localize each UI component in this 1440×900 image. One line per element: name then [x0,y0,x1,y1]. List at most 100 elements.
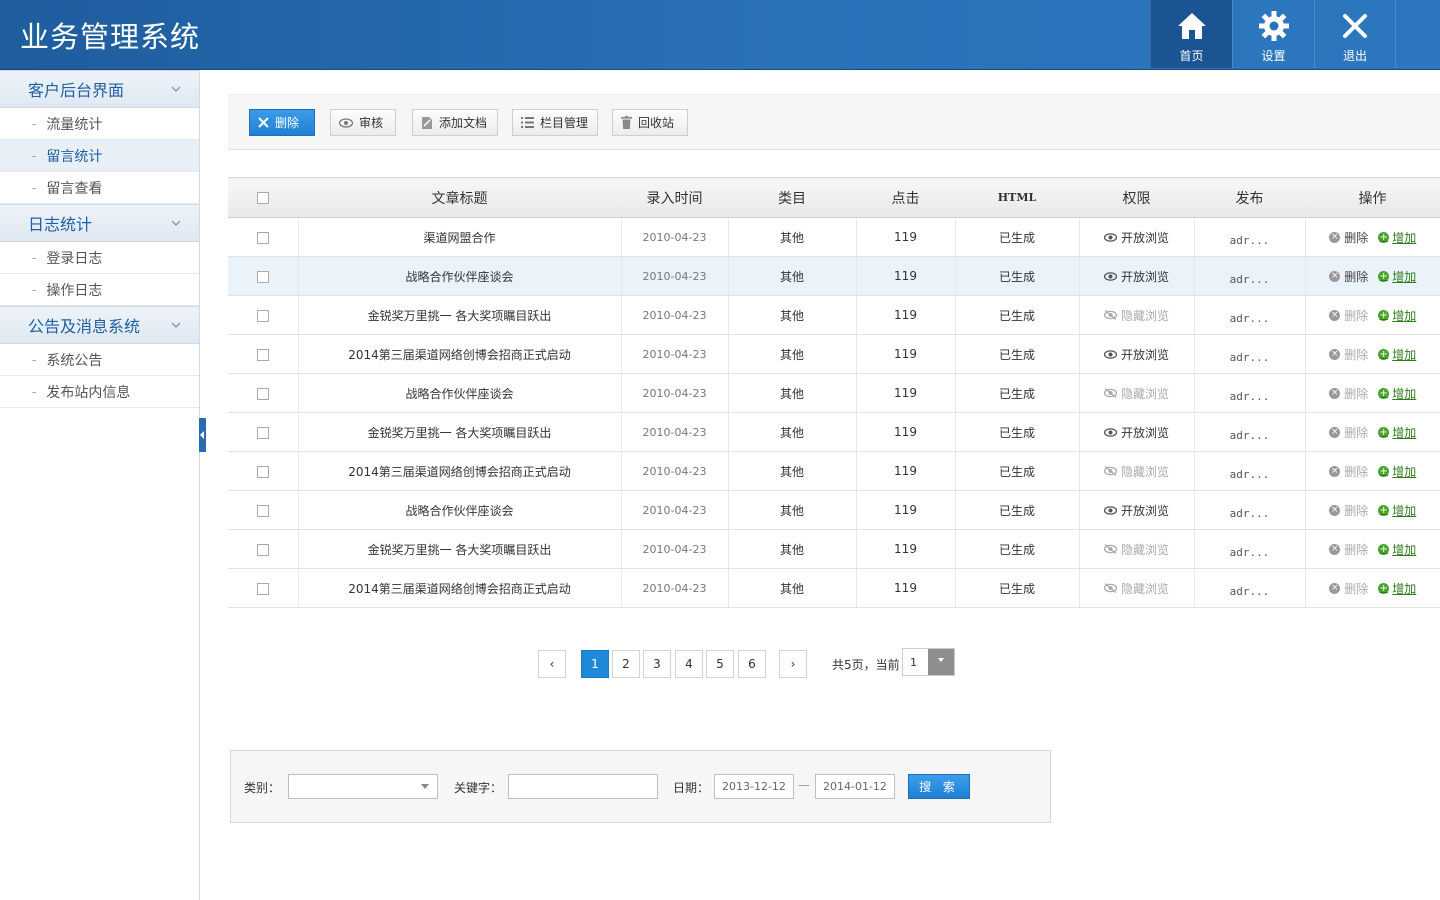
delete-button[interactable]: 删除 [249,109,315,136]
table-row[interactable]: 金锐奖万里挑一 各大奖项瞩目跃出 2010-04-23 其他 119 已生成 隐藏浏览 ad… [228,295,1440,335]
keyword-input[interactable] [508,774,658,799]
page-button-6[interactable]: 6 [738,650,766,678]
row-add-link[interactable]: + 增加 [1378,463,1416,480]
row-add-link[interactable]: + 增加 [1378,385,1416,402]
search-button[interactable]: 搜 索 [908,774,970,799]
table-row[interactable]: 战略合作伙伴座谈会 2010-04-23 其他 119 已生成 隐藏浏览 adr... × 删除… [228,373,1440,413]
sidebar-collapse-handle[interactable] [199,418,206,452]
date-from-input[interactable]: 2013-12-12 [714,774,794,799]
sidebar-item-message-stats[interactable]: - 留言统计 [0,140,199,172]
row-checkbox[interactable] [256,387,269,400]
row-delete-button[interactable]: × 删除 [1329,385,1368,402]
permission-toggle[interactable]: 隐藏浏览 [1103,541,1169,558]
row-add-link[interactable]: + 增加 [1378,580,1416,597]
row-checkbox[interactable] [256,426,269,439]
sidebar-item-login-log[interactable]: - 登录日志 [0,242,199,274]
row-checkbox[interactable] [256,309,269,322]
sidebar-group-notices[interactable]: 公告及消息系统 [0,306,199,344]
row-add-link[interactable]: + 增加 [1378,307,1416,324]
sidebar-item-message-view[interactable]: - 留言查看 [0,172,199,204]
nav-settings-button[interactable]: 设置 [1232,0,1314,68]
permission-toggle[interactable]: 开放浏览 [1103,268,1169,285]
table-row[interactable]: 金锐奖万里挑一 各大奖项瞩目跃出 2010-04-23 其他 119 已生成 隐藏浏览 ad… [228,529,1440,569]
sidebar-item-operation-log[interactable]: - 操作日志 [0,274,199,306]
next-page-button[interactable]: › [779,650,807,678]
row-checkbox[interactable] [256,504,269,517]
article-title[interactable]: 2014第三届渠道网络创博会招商正式启动 [297,451,621,491]
permission-toggle[interactable]: 隐藏浏览 [1103,385,1169,402]
table-row[interactable]: 2014第三届渠道网络创博会招商正式启动 2010-04-23 其他 119 已生成 隐藏… [228,568,1440,608]
page-button-5[interactable]: 5 [706,650,734,678]
row-delete-button[interactable]: × 删除 [1329,229,1368,246]
row-checkbox[interactable] [256,270,269,283]
row-add-link[interactable]: + 增加 [1378,502,1416,519]
permission-toggle[interactable]: 开放浏览 [1103,502,1169,519]
permission-toggle[interactable]: 隐藏浏览 [1103,307,1169,324]
article-title[interactable]: 渠道网盟合作 [297,217,621,257]
row-add-link[interactable]: + 增加 [1378,424,1416,441]
row-add-link[interactable]: + 增加 [1378,229,1416,246]
sidebar-item-traffic[interactable]: - 流量统计 [0,108,199,140]
row-checkbox[interactable] [256,231,269,244]
row-checkbox[interactable] [256,465,269,478]
article-title[interactable]: 战略合作伙伴座谈会 [297,256,621,296]
page-button-1[interactable]: 1 [581,650,609,678]
col-permission-header[interactable]: 权限 [1079,177,1194,218]
permission-toggle[interactable]: 开放浏览 [1103,346,1169,363]
col-date-header[interactable]: 录入时间 [621,177,728,218]
audit-button[interactable]: 审核 [330,109,396,136]
row-delete-button[interactable]: × 删除 [1329,463,1368,480]
col-html-header[interactable]: HTML [955,177,1079,218]
row-checkbox[interactable] [256,543,269,556]
nav-home-button[interactable]: 首页 [1150,0,1232,68]
row-checkbox[interactable] [256,348,269,361]
sidebar-group-logs[interactable]: 日志统计 [0,204,199,242]
table-row[interactable]: 2014第三届渠道网络创博会招商正式启动 2010-04-23 其他 119 已生成 隐藏… [228,451,1440,491]
row-delete-button[interactable]: × 删除 [1329,346,1368,363]
recycle-bin-button[interactable]: 回收站 [612,109,688,136]
table-row[interactable]: 2014第三届渠道网络创博会招商正式启动 2010-04-23 其他 119 已生成 开放… [228,334,1440,374]
prev-page-button[interactable]: ‹ [538,650,566,678]
row-checkbox[interactable] [256,582,269,595]
page-button-4[interactable]: 4 [675,650,703,678]
page-button-2[interactable]: 2 [612,650,640,678]
permission-toggle[interactable]: 隐藏浏览 [1103,463,1169,480]
chevron-down-icon[interactable] [928,649,954,675]
col-category-header[interactable]: 类目 [728,177,856,218]
category-select[interactable] [288,774,438,799]
sidebar-item-system-notice[interactable]: - 系统公告 [0,344,199,376]
table-row[interactable]: 战略合作伙伴座谈会 2010-04-23 其他 119 已生成 开放浏览 adr... × 删除… [228,256,1440,296]
row-delete-button[interactable]: × 删除 [1329,580,1368,597]
table-row[interactable]: 金锐奖万里挑一 各大奖项瞩目跃出 2010-04-23 其他 119 已生成 开放浏览 ad… [228,412,1440,452]
col-publish-header[interactable]: 发布 [1194,177,1305,218]
table-row[interactable]: 渠道网盟合作 2010-04-23 其他 119 已生成 开放浏览 adr... × 删除 + 增加 [228,217,1440,257]
article-title[interactable]: 战略合作伙伴座谈会 [297,490,621,530]
sidebar-item-post-message[interactable]: - 发布站内信息 [0,376,199,408]
col-title-header[interactable]: 文章标题 [298,177,621,218]
column-manage-button[interactable]: 栏目管理 [512,109,598,136]
table-row[interactable]: 战略合作伙伴座谈会 2010-04-23 其他 119 已生成 开放浏览 adr... × 删除… [228,490,1440,530]
page-jump-select[interactable]: 1 [902,648,955,676]
date-to-input[interactable]: 2014-01-12 [815,774,895,799]
row-add-link[interactable]: + 增加 [1378,346,1416,363]
select-all-checkbox[interactable] [257,191,269,204]
article-title[interactable]: 金锐奖万里挑一 各大奖项瞩目跃出 [297,529,621,569]
article-title[interactable]: 2014第三届渠道网络创博会招商正式启动 [297,568,621,608]
article-title[interactable]: 2014第三届渠道网络创博会招商正式启动 [297,334,621,374]
row-delete-button[interactable]: × 删除 [1329,541,1368,558]
add-document-button[interactable]: 添加文档 [412,109,498,136]
article-title[interactable]: 战略合作伙伴座谈会 [297,373,621,413]
row-add-link[interactable]: + 增加 [1378,268,1416,285]
page-button-3[interactable]: 3 [643,650,671,678]
sidebar-group-customer[interactable]: 客户后台界面 [0,70,199,108]
nav-logout-button[interactable]: 退出 [1314,0,1396,68]
permission-toggle[interactable]: 开放浏览 [1103,424,1169,441]
permission-toggle[interactable]: 开放浏览 [1103,229,1169,246]
row-delete-button[interactable]: × 删除 [1329,268,1368,285]
article-title[interactable]: 金锐奖万里挑一 各大奖项瞩目跃出 [297,412,621,452]
permission-toggle[interactable]: 隐藏浏览 [1103,580,1169,597]
row-add-link[interactable]: + 增加 [1378,541,1416,558]
col-clicks-header[interactable]: 点击 [856,177,955,218]
row-delete-button[interactable]: × 删除 [1329,424,1368,441]
row-delete-button[interactable]: × 删除 [1329,502,1368,519]
